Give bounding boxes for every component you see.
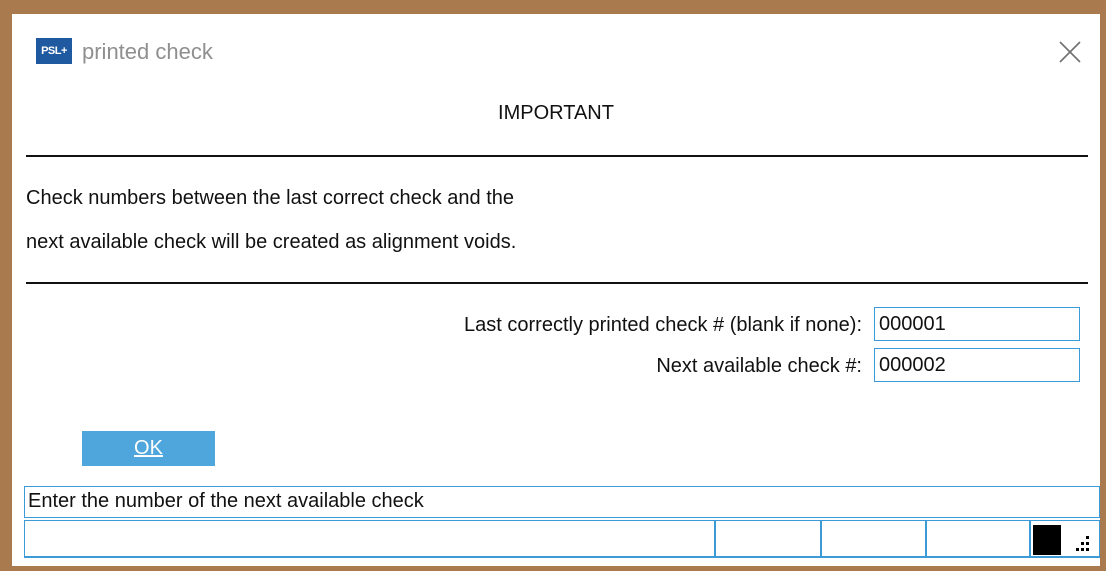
dialog-heading: IMPORTANT xyxy=(498,102,614,124)
window-title: printed check xyxy=(82,39,213,64)
resize-grip[interactable] xyxy=(1069,533,1093,555)
close-icon xyxy=(1059,41,1081,63)
message-line: next available check will be created as … xyxy=(26,231,517,253)
status-bar xyxy=(24,520,1100,558)
status-divider xyxy=(714,521,716,556)
app-logo-icon: PSL+ xyxy=(36,38,72,64)
status-divider xyxy=(1029,521,1031,556)
last-check-label: Last correctly printed check # (blank if… xyxy=(464,314,862,336)
status-indicator-icon xyxy=(1033,525,1061,555)
divider-top xyxy=(26,155,1088,157)
message-line: Check numbers between the last correct c… xyxy=(26,187,515,209)
status-divider xyxy=(925,521,927,556)
dialog-window: PSL+ printed check IMPORTANT Check numbe… xyxy=(12,14,1100,566)
ok-button[interactable]: OK xyxy=(82,431,215,466)
close-button[interactable] xyxy=(1052,34,1088,70)
next-check-input[interactable] xyxy=(874,348,1080,382)
next-check-label: Next available check #: xyxy=(656,355,862,377)
resize-grip-icon xyxy=(1076,536,1089,551)
divider-bottom xyxy=(26,282,1088,284)
title-bar[interactable]: PSL+ printed check xyxy=(12,14,1100,90)
status-message: Enter the number of the next available c… xyxy=(24,486,1100,518)
status-divider xyxy=(820,521,822,556)
last-check-input[interactable] xyxy=(874,307,1080,341)
